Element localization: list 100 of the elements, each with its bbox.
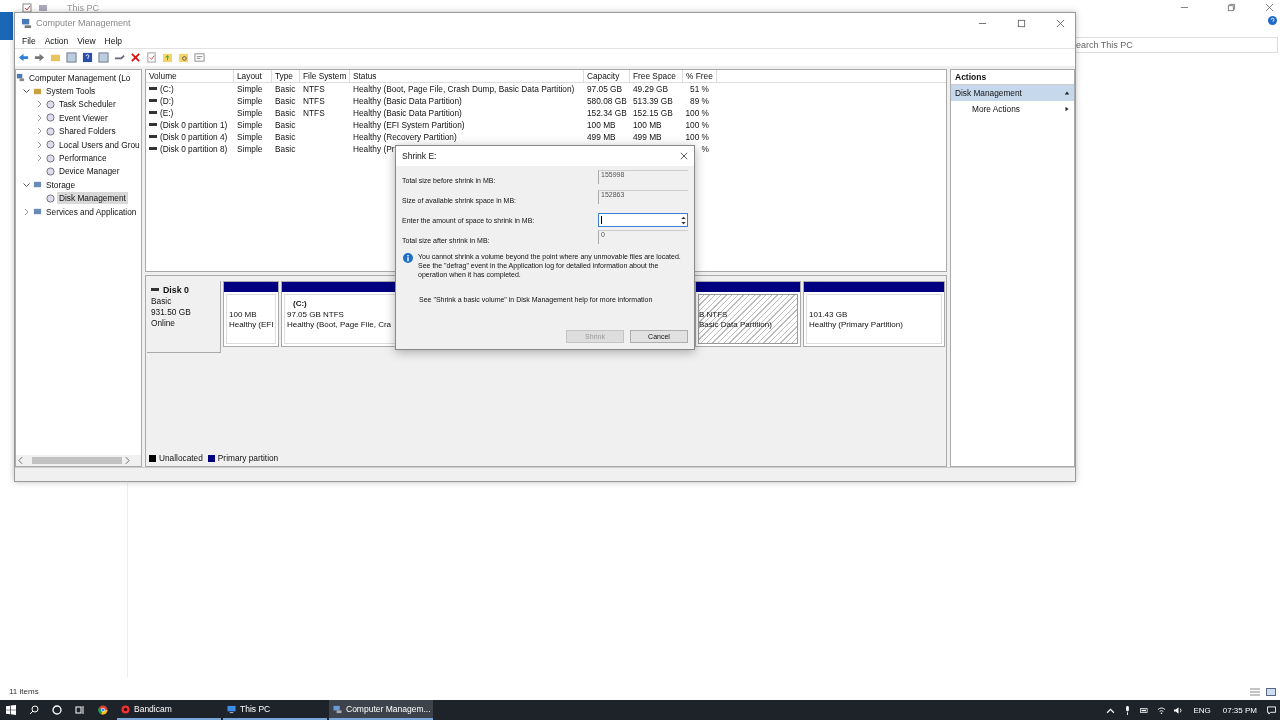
battery-icon[interactable] (1140, 705, 1150, 715)
close-icon[interactable] (680, 152, 688, 160)
taskbar-app[interactable]: This PC (223, 700, 327, 720)
table-cell: NTFS (303, 95, 325, 107)
help-icon[interactable] (1268, 16, 1277, 25)
back-icon[interactable] (18, 52, 29, 63)
partition-block[interactable]: B NTFS Basic Data Partition) (695, 281, 801, 347)
tree-item[interactable]: Storage (44, 178, 78, 191)
partition-status: Healthy (EFI (229, 320, 274, 329)
properties-icon[interactable] (194, 52, 205, 63)
section-title: Disk Management (955, 88, 1022, 98)
tree-item[interactable]: Disk Management (57, 192, 128, 205)
taskbar-app[interactable]: Computer Managem... (329, 700, 433, 720)
actions-section[interactable]: Disk Management (951, 85, 1074, 101)
table-cell: Healthy (Pr (353, 143, 395, 155)
partition-block[interactable]: 101.43 GB Healthy (Primary Partition) (803, 281, 945, 347)
menu-item[interactable]: Action (40, 35, 73, 46)
action-link[interactable]: More Actions (972, 104, 1020, 114)
table-cell: (D:) (160, 95, 174, 107)
table-cell: Simple (237, 83, 263, 95)
help-icon[interactable] (82, 52, 93, 63)
disk-size: 931.50 GB (151, 307, 192, 317)
table-cell: Simple (237, 119, 263, 131)
chevron-up-icon[interactable] (1106, 705, 1116, 715)
window-title: This PC (67, 3, 99, 13)
menu-item[interactable]: File (18, 35, 40, 46)
tree-item[interactable]: Computer Management (Lo (27, 71, 133, 84)
table-cell: 89 % (690, 95, 709, 107)
tree-item[interactable]: Shared Folders (57, 125, 118, 138)
tree-item[interactable]: Local Users and Grou (57, 138, 141, 151)
computer-icon (21, 17, 32, 29)
menu-item[interactable]: View (73, 35, 100, 46)
spin-down-icon[interactable] (680, 221, 686, 225)
table-cell: 152.15 GB (633, 107, 673, 119)
clock[interactable]: 07:35 PM (1222, 705, 1257, 715)
scroll-left-icon[interactable] (18, 457, 23, 464)
info-icon (403, 253, 413, 263)
spin-up-icon[interactable] (680, 215, 686, 219)
collapse-arrow-icon[interactable] (1064, 90, 1070, 96)
menu-item[interactable]: Help (100, 35, 127, 46)
delete-icon[interactable] (130, 52, 141, 63)
restore-icon[interactable] (1227, 3, 1236, 12)
table-cell: Simple (237, 131, 263, 143)
cortana-icon[interactable] (52, 705, 62, 715)
storage-icon (33, 180, 42, 190)
table-cell: 499 MB (587, 131, 616, 143)
tree-item[interactable]: Device Manager (57, 165, 122, 178)
table-cell: Basic (275, 107, 296, 119)
column-header[interactable]: Volume (146, 70, 234, 82)
tiles-view-icon[interactable] (1266, 688, 1276, 696)
folder-icon[interactable] (38, 3, 48, 13)
table-cell: Simple (237, 95, 263, 107)
horizontal-scrollbar[interactable] (16, 455, 141, 466)
table-cell: (Disk 0 partition 8) (160, 143, 228, 155)
search-folder-icon[interactable] (178, 52, 189, 63)
column-header[interactable]: Status (350, 70, 584, 82)
tree-item[interactable]: Performance (57, 152, 109, 165)
size-spinbox[interactable] (598, 213, 688, 227)
maximize-icon[interactable] (1017, 18, 1026, 28)
partition-block[interactable]: 100 MB Healthy (EFI (223, 281, 279, 347)
check-icon[interactable] (146, 52, 157, 63)
task-view-icon[interactable] (75, 705, 85, 715)
tree-item[interactable]: Services and Application (44, 205, 139, 218)
disk-label-panel[interactable]: Disk 0 Basic 931.50 GB Online (147, 281, 221, 353)
close-icon[interactable] (1056, 18, 1065, 28)
table-cell: (Disk 0 partition 1) (160, 119, 228, 131)
column-header[interactable]: Free Space (630, 70, 683, 82)
tree-item[interactable]: Task Scheduler (57, 98, 118, 111)
table-cell: 49.29 GB (633, 83, 669, 95)
column-header[interactable]: File System (300, 70, 350, 82)
record-icon (121, 704, 130, 714)
services-icon (33, 207, 42, 217)
chrome-icon[interactable] (98, 705, 108, 715)
search-icon[interactable] (29, 705, 39, 715)
close-icon[interactable] (1265, 3, 1274, 12)
table-cell: Simple (237, 143, 263, 155)
taskbar-app[interactable]: Bandicam (117, 700, 221, 720)
table-cell: Healthy (Boot, Page File, Crash Dump, Basic Data Partition) (353, 83, 575, 95)
column-header[interactable]: Capacity (584, 70, 630, 82)
table-cell: (E:) (160, 107, 174, 119)
volume-icon[interactable] (1174, 705, 1184, 715)
notification-icon[interactable] (1267, 705, 1276, 715)
dialog-title: Shrink E: (402, 151, 437, 161)
start-icon[interactable] (6, 705, 16, 715)
table-cell: Basic (275, 119, 296, 131)
column-header[interactable]: % Free (683, 70, 717, 82)
forward-icon[interactable] (34, 52, 45, 63)
checklist-icon[interactable] (22, 3, 32, 13)
node-icon (46, 126, 55, 136)
partition-status: Basic Data Partition) (699, 320, 772, 329)
scroll-right-icon[interactable] (125, 457, 130, 464)
legend-label: Primary partition (217, 453, 279, 463)
tree-item[interactable]: Event Viewer (57, 111, 110, 124)
tree-item[interactable]: System Tools (44, 85, 98, 98)
column-header[interactable]: Layout (234, 70, 272, 82)
scroll-thumb[interactable] (32, 457, 122, 464)
column-header[interactable]: Type (272, 70, 300, 82)
language-indicator[interactable]: ENG (1193, 705, 1211, 715)
table-cell: 51 % (690, 83, 709, 95)
wifi-icon[interactable] (1157, 705, 1167, 715)
